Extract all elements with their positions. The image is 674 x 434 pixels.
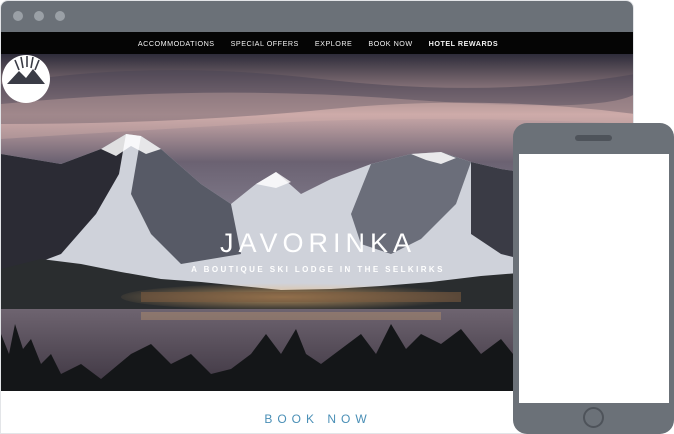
window-dot-icon — [55, 11, 65, 21]
phone-screen — [519, 154, 669, 403]
nav-link-explore[interactable]: Explore — [315, 39, 352, 48]
nav-link-book-now[interactable]: Book Now — [368, 39, 412, 48]
site-navigation: Accommodations Special Offers Explore Bo… — [1, 32, 633, 54]
nav-link-hotel-rewards[interactable]: Hotel Rewards — [429, 39, 498, 48]
nav-link-special-offers[interactable]: Special Offers — [231, 39, 299, 48]
mobile-phone-mockup — [513, 123, 674, 434]
mountain-sun-logo-icon — [2, 55, 50, 103]
phone-speaker-icon — [575, 135, 612, 141]
home-button-icon[interactable] — [583, 407, 604, 428]
window-dot-icon — [13, 11, 23, 21]
browser-chrome-bar — [1, 1, 633, 32]
nav-link-accommodations[interactable]: Accommodations — [138, 39, 215, 48]
window-dot-icon — [34, 11, 44, 21]
